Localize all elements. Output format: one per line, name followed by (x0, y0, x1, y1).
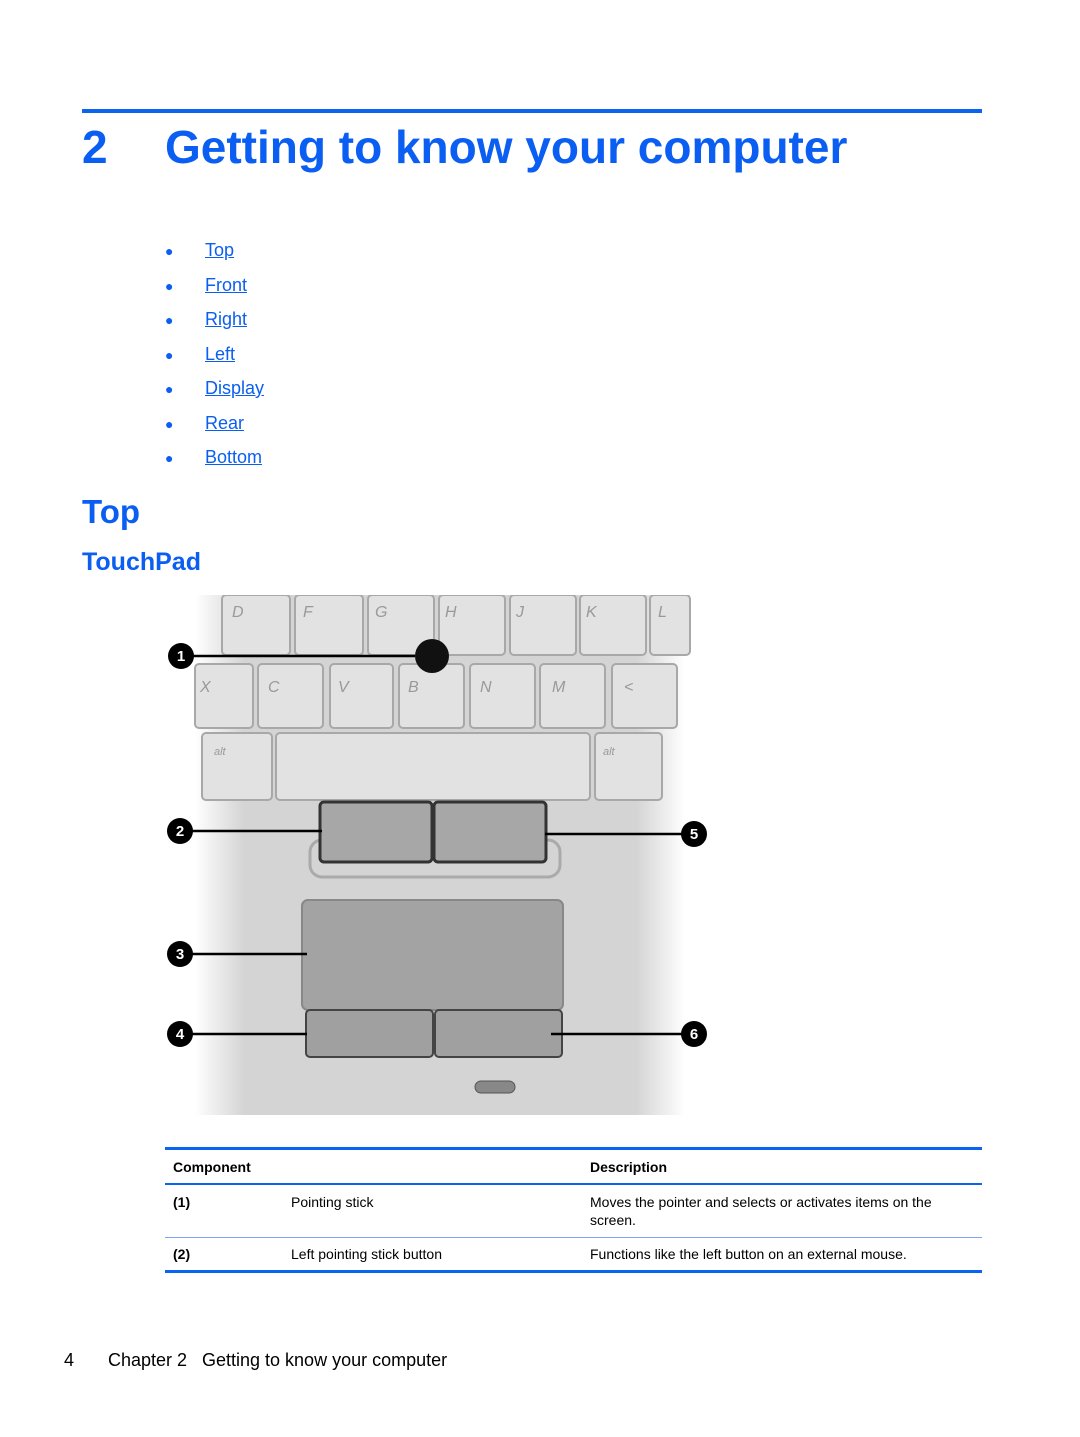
toc-link-right[interactable]: Right (205, 309, 247, 330)
toc-item: ● Rear (165, 413, 264, 448)
svg-text:1: 1 (177, 648, 185, 665)
callout-5: 5 (681, 821, 707, 847)
toc-link-left[interactable]: Left (205, 344, 235, 365)
header-rule (165, 1183, 982, 1185)
toc-item: ● Display (165, 378, 264, 413)
toc-item: ● Front (165, 275, 264, 310)
bullet-icon: ● (165, 277, 174, 294)
svg-text:2: 2 (176, 823, 184, 840)
svg-text:6: 6 (690, 1026, 698, 1043)
toc-link-rear[interactable]: Rear (205, 413, 244, 434)
svg-text:K: K (586, 604, 598, 621)
toc-item: ● Top (165, 240, 264, 275)
callout-2: 2 (167, 818, 193, 844)
bullet-icon: ● (165, 381, 174, 397)
toc-link-front[interactable]: Front (205, 275, 247, 296)
touchpad-zone (301, 899, 564, 1011)
left-touchpad-button (305, 1009, 434, 1058)
callout-3: 3 (167, 941, 193, 967)
svg-text:D: D (232, 604, 244, 621)
touchpad-illustration: D F G H J K L X C V B N M < alt alt 1 2 3 4 5 6 (167, 595, 707, 1115)
callout-1: 1 (168, 643, 194, 669)
svg-text:V: V (338, 679, 350, 696)
section-title: Top (82, 493, 141, 530)
toc-link-top[interactable]: Top (205, 240, 234, 261)
header-component: Component (173, 1159, 251, 1175)
footer-title: Getting to know your computer (202, 1350, 448, 1370)
svg-text:M: M (552, 679, 566, 696)
toc-item: ● Bottom (165, 447, 264, 482)
bullet-icon: ● (165, 450, 174, 466)
bullet-icon: ● (165, 415, 174, 432)
svg-text:L: L (658, 604, 667, 621)
keyboard (194, 595, 691, 801)
right-touchpad-button (434, 1009, 563, 1058)
callout-6: 6 (681, 1021, 707, 1047)
pointing-stick (415, 639, 449, 673)
row-component: Pointing stick (291, 1194, 374, 1210)
svg-text:alt: alt (603, 746, 616, 758)
row-component: Left pointing stick button (291, 1246, 442, 1262)
svg-text:3: 3 (176, 946, 184, 963)
row-number: (1) (173, 1194, 191, 1210)
toc-link-display[interactable]: Display (205, 378, 264, 399)
svg-text:X: X (199, 679, 212, 696)
right-pointing-stick-button (432, 800, 548, 864)
bullet-icon: ● (165, 243, 174, 259)
row-number: (2) (173, 1246, 191, 1262)
toc-item: ● Left (165, 344, 264, 379)
bullet-icon: ● (165, 312, 174, 328)
footer-page-number: 4 (64, 1350, 75, 1370)
table-top-rule (165, 1147, 982, 1150)
toc-link-bottom[interactable]: Bottom (205, 447, 262, 468)
toc-item: ● Right (165, 309, 264, 344)
chapter-number: 2 (82, 121, 108, 173)
svg-text:J: J (515, 604, 525, 621)
fingerprint-reader (474, 1080, 516, 1094)
svg-text:B: B (408, 679, 419, 696)
svg-text:alt: alt (214, 746, 227, 758)
left-pointing-stick-button (318, 800, 434, 864)
chapter-top-rule (82, 109, 982, 113)
table-bottom-rule (165, 1270, 982, 1273)
svg-text:C: C (268, 679, 280, 696)
svg-text:H: H (445, 604, 457, 621)
svg-text:<: < (624, 679, 633, 696)
chapter-title: Getting to know your computer (165, 121, 848, 173)
header-description: Description (590, 1159, 668, 1175)
svg-text:4: 4 (176, 1026, 185, 1043)
row-divider (165, 1237, 982, 1238)
chapter-toc: ● Top ● Front ● Right ● Left ● Display ● Rear … (165, 240, 264, 482)
callout-4: 4 (167, 1021, 193, 1047)
footer-chapter: Chapter 2 (108, 1350, 188, 1370)
section-subtitle: TouchPad (82, 548, 201, 576)
svg-text:F: F (303, 604, 314, 621)
svg-text:G: G (375, 604, 387, 621)
row-description: Moves the pointer and selects or activat… (590, 1194, 932, 1228)
bullet-icon: ● (165, 346, 174, 363)
svg-text:5: 5 (690, 826, 698, 843)
row-description: Functions like the left button on an ext… (590, 1246, 907, 1262)
svg-text:N: N (480, 679, 492, 696)
